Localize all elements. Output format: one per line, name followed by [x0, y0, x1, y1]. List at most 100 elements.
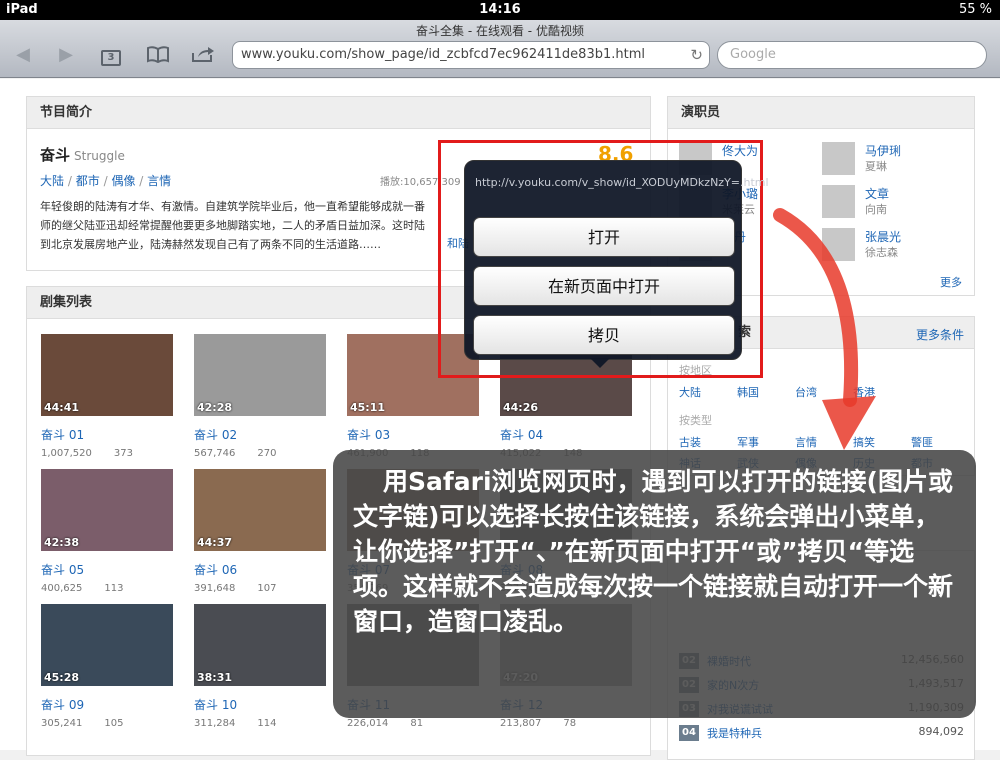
episode-title[interactable]: 奋斗 10	[194, 696, 326, 713]
episode-stats: 213,807 78	[500, 718, 632, 729]
annotation-arrow-icon	[773, 208, 876, 450]
region-filter[interactable]: 韩国	[737, 384, 759, 400]
episode-duration: 44:41	[44, 401, 80, 414]
cast-name[interactable]: 马伊琍	[865, 142, 901, 159]
status-bar: iPad 14:16 55 %	[0, 0, 1000, 20]
episode-comments: 270	[257, 448, 277, 459]
genre-tags: 大陆 / 都市 / 偶像 / 言情	[40, 174, 172, 188]
episode-title[interactable]: 奋斗 09	[41, 696, 173, 713]
tab-count: 3	[101, 50, 121, 66]
clock: 14:16	[479, 2, 521, 17]
episode-duration: 45:11	[350, 401, 386, 414]
forward-icon[interactable]: ▶	[53, 45, 79, 65]
episode-duration: 44:37	[197, 536, 233, 549]
episode-card[interactable]: 42:38 奋斗 05 400,625 113	[41, 469, 173, 594]
episode-stats: 226,014 81	[347, 718, 479, 729]
episode-plays: 226,014	[347, 718, 389, 729]
tag-link[interactable]: 偶像	[111, 174, 135, 188]
open-button[interactable]: 打开	[473, 217, 735, 257]
tag-link[interactable]: 都市	[76, 174, 100, 188]
episode-title[interactable]: 奋斗 06	[194, 561, 326, 578]
episode-card[interactable]: 42:28 奋斗 02 567,746 270	[194, 334, 326, 459]
rank-number: 04	[679, 725, 699, 741]
show-title-cn: 奋斗	[40, 146, 71, 164]
more-filters-link[interactable]: 更多条件	[916, 326, 964, 343]
ranking-row[interactable]: 04 我是特种兵 894,092	[679, 723, 964, 745]
episode-stats: 400,625 113	[41, 583, 173, 594]
tag-link[interactable]: 大陆	[40, 174, 64, 188]
episode-duration: 44:26	[503, 401, 539, 414]
episode-title[interactable]: 奋斗 01	[41, 426, 173, 443]
cast-role: 夏琳	[865, 160, 887, 173]
episode-plays: 213,807	[500, 718, 542, 729]
battery-level: 55 %	[958, 2, 992, 17]
popup-arrow	[590, 358, 610, 368]
search-input[interactable]: Google	[717, 41, 987, 69]
rank-title[interactable]: 我是特种兵	[707, 725, 762, 741]
address-bar[interactable]: www.youku.com/show_page/id_zcbfcd7ec9624…	[232, 41, 710, 69]
episode-title[interactable]: 奋斗 05	[41, 561, 173, 578]
episode-card[interactable]: 44:37 奋斗 06 391,648 107	[194, 469, 326, 594]
episode-stats: 305,241 105	[41, 718, 173, 729]
episode-comments: 113	[104, 583, 124, 594]
tag-link[interactable]: 言情	[147, 174, 171, 188]
show-title-en: Struggle	[74, 149, 125, 163]
reload-icon[interactable]: ↻	[690, 42, 703, 68]
cast-more-link[interactable]: 更多	[940, 274, 962, 290]
open-new-page-button[interactable]: 在新页面中打开	[473, 266, 735, 306]
type-filter[interactable]: 警匪	[911, 434, 933, 450]
episode-title[interactable]: 奋斗 02	[194, 426, 326, 443]
cast-header: 演职员	[668, 97, 974, 129]
episode-comments: 81	[410, 718, 424, 729]
region-filter[interactable]: 大陆	[679, 384, 701, 400]
link-context-menu: http://v.youku.com/v_show/id_XODUyMDkzNz…	[464, 160, 769, 368]
share-icon[interactable]	[190, 45, 216, 65]
episode-plays: 567,746	[194, 448, 236, 459]
avatar	[822, 142, 855, 175]
page-title: 奋斗全集 - 在线观看 - 优酷视频	[416, 24, 584, 38]
episode-card[interactable]: 45:28 奋斗 09 305,241 105	[41, 604, 173, 729]
episode-plays: 311,284	[194, 718, 236, 729]
back-icon[interactable]: ◀	[10, 45, 36, 65]
episode-thumbnail[interactable]: 42:28	[194, 334, 326, 416]
bookmarks-icon[interactable]	[145, 45, 171, 65]
menu-link-url: http://v.youku.com/v_show/id_XODUyMDkzNz…	[475, 176, 769, 189]
desc-line: 年轻俊朗的陆涛有才华、有激情。自建筑学院毕业后，他一直希望能够成就一番	[40, 200, 425, 213]
episode-comments: 105	[104, 718, 124, 729]
url-text: www.youku.com/show_page/id_zcbfcd7ec9624…	[241, 47, 645, 62]
type-filter[interactable]: 古装	[679, 434, 701, 450]
episode-thumbnail[interactable]: 42:38	[41, 469, 173, 551]
browser-toolbar: 奋斗全集 - 在线观看 - 优酷视频 ◀ ▶ 3 www.youku.com/s…	[0, 20, 1000, 78]
episode-stats: 1,007,520 373	[41, 448, 173, 459]
annotation-text: 用Safari浏览网页时，遇到可以打开的链接(图片或文字链)可以选择长按住该链接…	[333, 450, 976, 718]
show-title: 奋斗 Struggle	[40, 144, 125, 165]
tabs-button[interactable]: 3	[98, 45, 124, 66]
episode-thumbnail[interactable]: 45:28	[41, 604, 173, 686]
episode-comments: 373	[113, 448, 133, 459]
episode-title[interactable]: 奋斗 03	[347, 426, 479, 443]
desc-line: 师的继父陆亚迅却经常提醒他要更多地脚踏实地，二人的矛盾日益加深。这时陆	[40, 219, 425, 232]
episode-thumbnail[interactable]: 38:31	[194, 604, 326, 686]
episode-duration: 42:28	[197, 401, 233, 414]
episode-plays: 1,007,520	[41, 448, 92, 459]
episode-duration: 45:28	[44, 671, 80, 684]
description: 年轻俊朗的陆涛有才华、有激情。自建筑学院毕业后，他一直希望能够成就一番 师的继父…	[40, 197, 475, 254]
episode-card[interactable]: 38:31 奋斗 10 311,284 114	[194, 604, 326, 729]
episode-comments: 107	[257, 583, 277, 594]
type-label: 按类型	[679, 414, 712, 427]
copy-button[interactable]: 拷贝	[473, 315, 735, 355]
episode-card[interactable]: 44:41 奋斗 01 1,007,520 373	[41, 334, 173, 459]
episode-title[interactable]: 奋斗 04	[500, 426, 632, 443]
episode-plays: 400,625	[41, 583, 83, 594]
episode-stats: 311,284 114	[194, 718, 326, 729]
desc-line: 到北京发展房地产业，陆涛赫然发现自己有了两条不同的生活道路……	[40, 238, 381, 251]
episode-duration: 42:38	[44, 536, 80, 549]
rank-count: 894,092	[918, 725, 965, 738]
episode-stats: 567,746 270	[194, 448, 326, 459]
type-filter[interactable]: 军事	[737, 434, 759, 450]
episode-duration: 38:31	[197, 671, 233, 684]
episode-thumbnail[interactable]: 44:37	[194, 469, 326, 551]
episode-thumbnail[interactable]: 44:41	[41, 334, 173, 416]
episode-stats: 391,648 107	[194, 583, 326, 594]
episode-comments: 114	[257, 718, 277, 729]
